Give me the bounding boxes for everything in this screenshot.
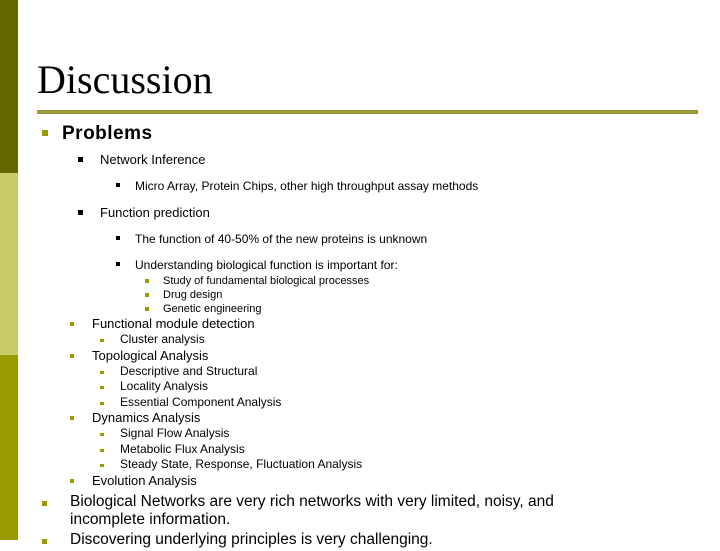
topological-sub-label: Essential Component Analysis [120, 394, 282, 409]
outline-item-function-prediction: Function prediction [0, 204, 720, 222]
outline-item-network-inference: Network Inference [0, 151, 720, 169]
understanding-label: Understanding biological function is imp… [135, 258, 398, 272]
slide-title: Discussion [37, 57, 213, 102]
outline-item-topological-sub: Essential Component Analysis [0, 395, 720, 411]
outline-item-functional-module-detection: Functional module detection [0, 316, 720, 332]
square-bullet-icon [70, 348, 92, 358]
slide-body-outline: Problems Network Inference Micro Array, … [0, 122, 720, 551]
title-divider-rule [37, 110, 698, 114]
network-inference-detail-label: Micro Array, Protein Chips, other high t… [135, 179, 479, 193]
outline-item-closing: Biological Networks are very rich networ… [0, 493, 720, 529]
closing-statement-label: Biological Networks are very rich networ… [70, 492, 554, 528]
topological-sub-label: Locality Analysis [120, 379, 209, 393]
outline-item-understanding-sub: Drug design [0, 288, 720, 302]
outline-item-function-unknown: The function of 40-50% of the new protei… [0, 231, 720, 248]
square-bullet-icon [42, 122, 62, 136]
outline-item-evolution-analysis: Evolution Analysis [0, 473, 720, 489]
function-prediction-label: Function prediction [100, 205, 210, 220]
network-inference-label: Network Inference [100, 152, 206, 167]
outline-item-dynamics-sub: Steady State, Response, Fluctuation Anal… [0, 457, 720, 473]
square-bullet-icon [42, 493, 70, 506]
outline-item-dynamics-sub: Signal Flow Analysis [0, 426, 720, 442]
outline-item-dynamics-sub: Metabolic Flux Analysis [0, 442, 720, 458]
square-bullet-icon [42, 531, 70, 544]
square-bullet-icon [70, 473, 92, 483]
square-bullet-icon [116, 257, 135, 266]
outline-item-understanding-sub: Genetic engineering [0, 302, 720, 316]
dynamics-analysis-label: Dynamics Analysis [92, 410, 201, 425]
outline-item-topological-analysis: Topological Analysis [0, 348, 720, 364]
outline-item-cluster-analysis: Cluster analysis [0, 332, 720, 348]
cluster-analysis-label: Cluster analysis [120, 332, 205, 346]
square-bullet-icon [145, 288, 163, 297]
square-bullet-icon [145, 274, 163, 283]
dynamics-sub-label: Signal Flow Analysis [120, 426, 230, 440]
understanding-sub-label: Drug design [163, 289, 223, 301]
outline-item-understanding-sub: Study of fundamental biological processe… [0, 274, 720, 288]
dash-bullet-icon [100, 379, 120, 389]
outline-item-network-inference-detail: Micro Array, Protein Chips, other high t… [0, 178, 720, 195]
square-bullet-icon [78, 204, 100, 215]
square-bullet-icon [145, 302, 163, 311]
square-bullet-icon [116, 178, 135, 187]
functional-module-detection-label: Functional module detection [92, 316, 255, 331]
square-bullet-icon [116, 231, 135, 240]
square-bullet-icon [70, 316, 92, 326]
understanding-sub-label: Genetic engineering [163, 303, 262, 315]
topological-analysis-label: Topological Analysis [92, 347, 209, 363]
outline-item-dynamics-analysis: Dynamics Analysis [0, 410, 720, 426]
dash-bullet-icon [100, 442, 120, 452]
outline-heading-label: Problems [62, 123, 153, 144]
dynamics-sub-label: Steady State, Response, Fluctuation Anal… [120, 457, 363, 471]
dash-bullet-icon [100, 332, 120, 342]
dash-bullet-icon [100, 364, 120, 374]
outline-item-problems: Problems [0, 122, 720, 146]
dash-bullet-icon [100, 395, 120, 405]
dynamics-sub-label: Metabolic Flux Analysis [120, 441, 245, 456]
outline-item-topological-sub: Locality Analysis [0, 379, 720, 395]
dash-bullet-icon [100, 457, 120, 467]
evolution-analysis-label: Evolution Analysis [92, 472, 197, 488]
outline-item-understanding: Understanding biological function is imp… [0, 257, 720, 274]
function-unknown-label: The function of 40-50% of the new protei… [135, 232, 428, 246]
topological-sub-label: Descriptive and Structural [120, 363, 258, 378]
dash-bullet-icon [100, 426, 120, 436]
understanding-sub-label: Study of fundamental biological processe… [163, 275, 370, 287]
outline-item-topological-sub: Descriptive and Structural [0, 364, 720, 380]
square-bullet-icon [78, 151, 100, 162]
square-bullet-icon [70, 410, 92, 420]
